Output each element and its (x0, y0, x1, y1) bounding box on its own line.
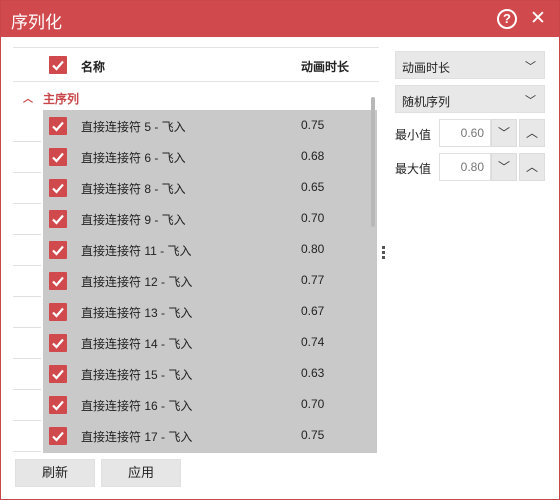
max-value-decrement[interactable]: ﹀ (491, 153, 517, 181)
animation-list: 名称 动画时长 ︿ 主序列 直接连接符 5 - 飞入 0.75 直接连接符 6 … (13, 47, 379, 453)
column-header-duration[interactable]: 动画时长 (301, 58, 349, 75)
row-name: 直接连接符 16 - 飞入 (81, 399, 193, 413)
row-name: 直接连接符 17 - 飞入 (81, 430, 193, 444)
group-main-sequence[interactable]: ︿ 主序列 (13, 84, 379, 110)
list-item[interactable]: 直接连接符 6 - 飞入 0.68 (43, 141, 377, 172)
collapse-icon[interactable]: ︿ (23, 90, 33, 105)
row-checkbox[interactable] (49, 334, 67, 352)
row-checkbox[interactable] (49, 396, 67, 414)
panel-splitter-handle[interactable] (382, 246, 386, 260)
check-icon (52, 214, 64, 225)
row-checkbox[interactable] (49, 272, 67, 290)
column-header-name[interactable]: 名称 (81, 58, 105, 75)
chevron-up-icon: ︿ (525, 160, 538, 174)
title-bar: 序列化 ? ✕ (1, 1, 559, 37)
row-checkbox[interactable] (49, 365, 67, 383)
chevron-down-icon: ﹀ (497, 126, 510, 140)
row-name: 直接连接符 12 - 飞入 (81, 275, 193, 289)
chevron-up-icon: ︿ (525, 126, 538, 140)
min-value-field[interactable] (439, 119, 491, 147)
row-checkbox[interactable] (49, 117, 67, 135)
list-item[interactable]: 直接连接符 11 - 飞入 0.80 (43, 234, 377, 265)
check-icon (52, 245, 64, 256)
row-duration: 0.67 (301, 304, 325, 318)
refresh-button[interactable]: 刷新 (15, 459, 95, 487)
list-item[interactable]: 直接连接符 17 - 飞入 0.75 (43, 420, 377, 451)
max-value-increment[interactable]: ︿ (519, 153, 545, 181)
row-name: 直接连接符 8 - 飞入 (81, 182, 186, 196)
row-name: 直接连接符 9 - 飞入 (81, 213, 186, 227)
check-icon (52, 400, 64, 411)
row-name: 直接连接符 5 - 飞入 (81, 120, 186, 134)
row-duration: 0.63 (301, 366, 325, 380)
min-value-input[interactable] (440, 120, 490, 146)
check-icon (52, 183, 64, 194)
list-item[interactable]: 直接连接符 15 - 飞入 0.63 (43, 358, 377, 389)
list-item[interactable]: 直接连接符 9 - 飞入 0.70 (43, 203, 377, 234)
check-icon (52, 338, 64, 349)
check-icon (52, 121, 64, 132)
list-item[interactable]: 直接连接符 13 - 飞入 0.67 (43, 296, 377, 327)
row-duration: 0.68 (301, 149, 325, 163)
chevron-down-icon: ﹀ (525, 61, 536, 73)
list-header: 名称 动画时长 (13, 48, 379, 82)
row-name: 直接连接符 11 - 飞入 (81, 244, 192, 258)
help-icon[interactable]: ? (497, 9, 517, 29)
apply-button[interactable]: 应用 (101, 459, 181, 487)
row-duration: 0.80 (301, 242, 325, 256)
row-checkbox[interactable] (49, 148, 67, 166)
property-dropdown-value: 动画时长 (402, 61, 451, 75)
row-duration: 0.77 (301, 273, 325, 287)
row-name: 直接连接符 6 - 飞入 (81, 151, 186, 165)
list-item[interactable]: 直接连接符 16 - 飞入 0.70 (43, 389, 377, 420)
max-value-input[interactable] (440, 154, 490, 180)
chevron-down-icon: ﹀ (497, 160, 510, 174)
check-icon (52, 60, 64, 71)
row-duration: 0.65 (301, 180, 325, 194)
row-name: 直接连接符 14 - 飞入 (81, 337, 193, 351)
row-name: 直接连接符 15 - 飞入 (81, 368, 193, 382)
min-value-label: 最小值 (395, 128, 432, 142)
group-title: 主序列 (43, 92, 80, 106)
check-icon (52, 431, 64, 442)
min-value-row: 最小值 ﹀ ︿ (395, 119, 547, 147)
check-icon (52, 152, 64, 163)
chevron-down-icon: ﹀ (525, 95, 536, 107)
row-checkbox[interactable] (49, 210, 67, 228)
min-value-increment[interactable]: ︿ (519, 119, 545, 147)
close-icon[interactable]: ✕ (527, 8, 549, 30)
mode-dropdown-value: 随机序列 (402, 95, 451, 109)
min-value-decrement[interactable]: ﹀ (491, 119, 517, 147)
max-value-field[interactable] (439, 153, 491, 181)
dialog-window: 序列化 ? ✕ 名称 动画时长 ︿ 主序列 直接连接符 5 - 飞入 0.75 … (0, 0, 560, 500)
list-item[interactable]: 直接连接符 8 - 飞入 0.65 (43, 172, 377, 203)
list-item[interactable]: 直接连接符 14 - 飞入 0.74 (43, 327, 377, 358)
row-duration: 0.75 (301, 428, 325, 442)
row-duration: 0.75 (301, 118, 325, 132)
select-all-checkbox[interactable] (49, 56, 67, 74)
list-scrollbar-thumb[interactable] (371, 97, 375, 227)
row-checkbox[interactable] (49, 179, 67, 197)
check-icon (52, 369, 64, 380)
row-checkbox[interactable] (49, 241, 67, 259)
list-rows: 直接连接符 5 - 飞入 0.75 直接连接符 6 - 飞入 0.68 直接连接… (43, 110, 377, 453)
row-name: 直接连接符 13 - 飞入 (81, 306, 193, 320)
row-duration: 0.70 (301, 397, 325, 411)
row-gutter (13, 110, 41, 453)
check-icon (52, 276, 64, 287)
row-duration: 0.70 (301, 211, 325, 225)
list-item[interactable]: 直接连接符 5 - 飞入 0.75 (43, 110, 377, 141)
row-checkbox[interactable] (49, 303, 67, 321)
max-value-label: 最大值 (395, 162, 432, 176)
max-value-row: 最大值 ﹀ ︿ (395, 153, 547, 181)
mode-dropdown[interactable]: 随机序列 ﹀ (395, 85, 545, 113)
check-icon (52, 307, 64, 318)
row-checkbox[interactable] (49, 427, 67, 445)
property-dropdown[interactable]: 动画时长 ﹀ (395, 51, 545, 79)
row-duration: 0.74 (301, 335, 325, 349)
window-title: 序列化 (11, 13, 62, 33)
list-item[interactable]: 直接连接符 12 - 飞入 0.77 (43, 265, 377, 296)
